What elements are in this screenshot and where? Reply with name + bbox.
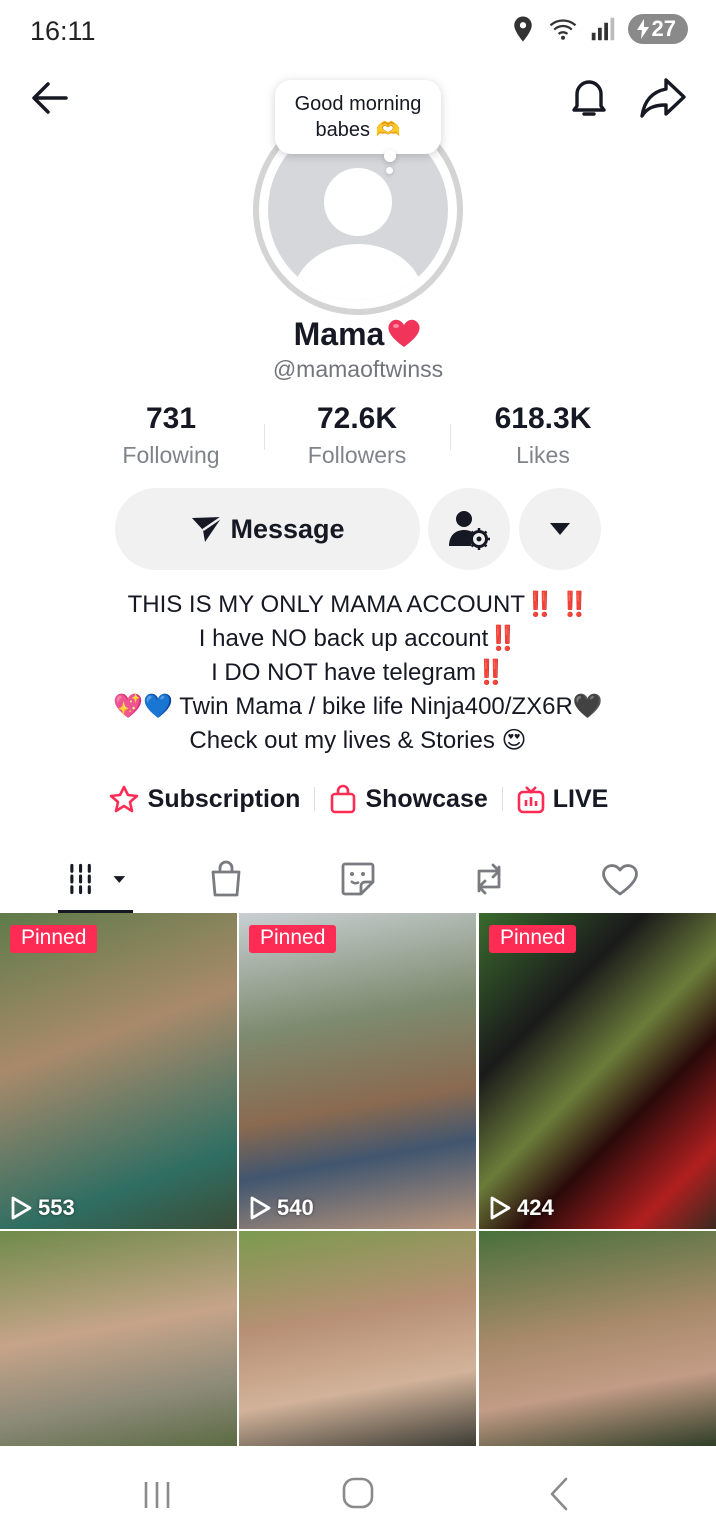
live-label: LIVE [552,784,609,813]
profile-name: Mama [0,316,716,353]
play-icon [11,1196,32,1220]
bubble-tail [384,150,396,162]
view-count: 540 [249,1195,314,1221]
message-label: Message [230,513,345,544]
wifi-icon [549,19,576,40]
pinned-badge: Pinned [10,925,98,953]
heart-emoji-icon [388,319,420,347]
bio-line: 💖💙 Twin Mama / bike life Ninja400/ZX6R🖤 [113,693,603,720]
signal-icon [591,17,614,41]
display-name: Mama [293,316,385,352]
content-tabs [0,846,716,912]
stat-divider [264,424,265,450]
share-icon[interactable] [638,74,688,120]
bio-line: I DO NOT have telegram‼️ [211,659,506,686]
bio-line: THIS IS MY ONLY MAMA ACCOUNT‼️ ‼️ [127,591,590,618]
following-count: 731 [145,402,197,435]
video-thumbnail[interactable]: Pinned 553 [0,913,237,1229]
shopping-bag-icon [331,784,356,814]
video-thumbnail[interactable] [0,1231,237,1447]
view-count: 424 [489,1195,554,1221]
home-icon[interactable] [333,1474,383,1514]
pinned-badge: Pinned [489,925,577,953]
likes-label: Likes [516,442,570,468]
note-line-2: babes 🫶 [315,119,401,141]
username-handle: @mamaoftwinss [272,356,444,382]
bio-line: Check out my lives & Stories 😍 [189,727,527,754]
live-link[interactable]: LIVE [503,780,623,818]
stat-following[interactable]: 731 Following [78,402,264,472]
video-thumbnail[interactable]: Pinned 540 [239,913,476,1229]
system-back-icon[interactable] [534,1474,584,1514]
showcase-label: Showcase [365,784,488,813]
pinned-badge: Pinned [249,925,337,953]
bio-line: I have NO back up account‼️ [198,625,518,652]
followers-label: Followers [307,442,407,468]
video-thumbnail[interactable]: Pinned 424 [479,913,716,1229]
stat-divider [450,424,451,450]
tab-reposts[interactable] [459,854,519,904]
back-arrow-icon[interactable] [28,76,72,120]
system-nav-bar [0,1446,716,1536]
profile-links: Subscription Showcase LIVE [0,780,716,818]
play-icon [490,1196,511,1220]
location-icon [513,16,532,42]
play-icon [250,1196,271,1220]
status-note-bubble[interactable]: Good morning babes 🫶 [275,80,441,154]
stat-followers[interactable]: 72.6K Followers [264,402,450,472]
follow-settings-button[interactable] [428,488,510,570]
status-bar: 16:11 27 [0,0,716,62]
tv-live-icon [517,786,545,814]
likes-count: 618.3K [494,402,592,435]
sticker-icon [341,862,375,896]
person-gear-icon [449,511,490,550]
battery-indicator: 27 [627,14,688,44]
videos-grid-icon [70,863,126,895]
shop-bag-icon [211,860,241,897]
subscription-link[interactable]: Subscription [94,780,315,818]
followers-count: 72.6K [316,402,398,435]
charging-icon [636,19,649,39]
caret-down-icon [550,523,570,535]
more-options-button[interactable] [519,488,601,570]
video-thumbnail[interactable] [239,1231,476,1447]
note-line-1: Good morning [294,93,422,115]
message-button[interactable]: Message [115,488,420,570]
following-label: Following [122,442,220,468]
showcase-link[interactable]: Showcase [315,780,501,818]
tab-liked[interactable] [590,854,650,904]
view-count: 553 [10,1195,75,1221]
notification-bell-icon[interactable] [566,74,612,120]
video-thumbnail[interactable] [479,1231,716,1447]
bubble-tail-small [386,167,393,174]
liked-heart-icon [602,864,638,896]
status-icons: 27 [508,14,688,44]
send-plane-icon [192,515,224,542]
status-time: 16:11 [30,16,96,46]
subscription-label: Subscription [147,784,301,813]
tab-shop[interactable] [196,854,256,904]
tab-stickers[interactable] [328,854,388,904]
profile-bio: THIS IS MY ONLY MAMA ACCOUNT‼️ ‼️ I have… [0,588,716,758]
recent-apps-icon[interactable] [132,1474,182,1514]
star-badge-icon [109,785,138,813]
stat-likes[interactable]: 618.3K Likes [450,402,636,472]
battery-level: 27 [651,16,676,41]
repost-icon [477,863,501,895]
profile-stats: 731 Following 72.6K Followers 618.3K Lik… [78,402,638,472]
tab-videos[interactable] [68,854,128,904]
